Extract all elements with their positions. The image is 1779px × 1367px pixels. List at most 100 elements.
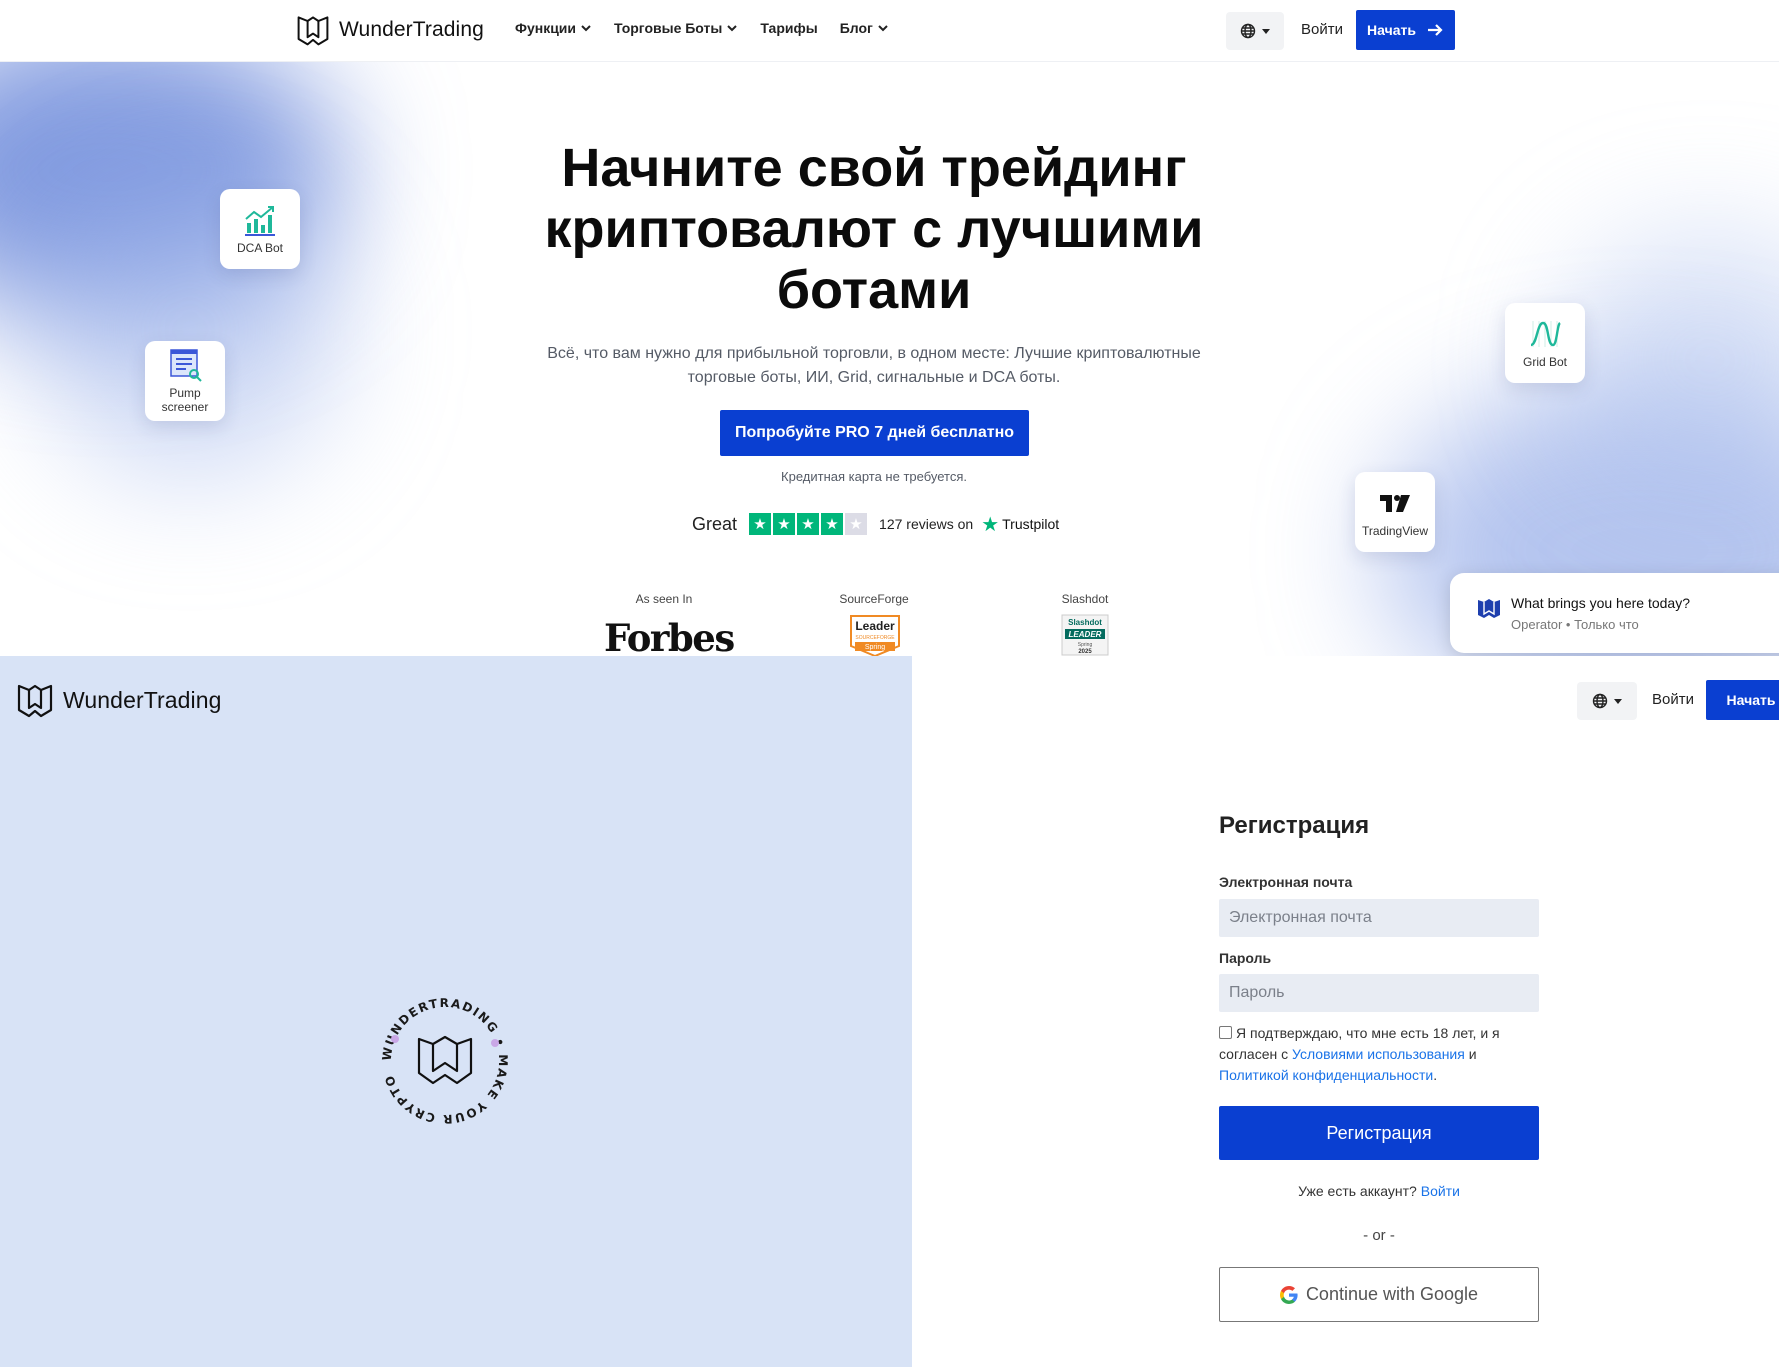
forbes-logo[interactable]: Forbes — [604, 616, 735, 656]
feature-card-label: Pump screener — [161, 386, 209, 414]
nav-item-label: Блог — [839, 20, 873, 36]
chat-meta: Operator • Только что — [1511, 617, 1639, 632]
rating-star-icon: ★ — [821, 513, 844, 535]
nav-item-label: Тарифы — [760, 20, 818, 36]
slashdot-leader-badge[interactable]: Slashdot LEADER Spring 2025 — [1061, 614, 1109, 656]
feature-card-label: Grid Bot — [1522, 355, 1567, 369]
consent-checkbox[interactable] — [1219, 1026, 1232, 1039]
brand-logo[interactable]: WunderTrading — [15, 680, 222, 720]
free-trial-button[interactable]: Попробуйте PRO 7 дней бесплатно — [720, 410, 1029, 456]
register-submit-button[interactable]: Регистрация — [1219, 1106, 1539, 1160]
wundertrading-logo-icon — [17, 684, 53, 718]
svg-text:WUNDERTRADING • MAKE YOUR CRYP: WUNDERTRADING • MAKE YOUR CRYPTO WORK • — [375, 991, 510, 1126]
language-selector[interactable] — [1577, 682, 1637, 720]
no-card-note: Кредитная карта не требуется. — [781, 469, 967, 484]
email-label: Электронная почта — [1219, 874, 1353, 890]
globe-icon — [1592, 693, 1608, 709]
password-field[interactable] — [1219, 974, 1539, 1012]
feature-card-label: DCA Bot — [236, 241, 284, 255]
register-title: Регистрация — [1219, 812, 1370, 839]
sourceforge-label: SourceForge — [839, 592, 909, 606]
privacy-link[interactable]: Политикой конфиденциальности — [1219, 1067, 1433, 1083]
login-link[interactable]: Войти — [1301, 21, 1343, 38]
chevron-down-icon — [581, 25, 591, 32]
rating-star-icon: ★ — [773, 513, 796, 535]
page: WunderTrading Функции Торговые Боты Тари… — [0, 0, 1779, 1367]
wundertrading-logo-icon — [297, 16, 329, 46]
chat-question: What brings you here today? — [1511, 595, 1690, 611]
main-nav: Функции Торговые Боты Тарифы Блог — [515, 20, 889, 36]
terms-link[interactable]: Условиями использования — [1292, 1046, 1465, 1062]
operator-logo-icon — [1478, 599, 1500, 618]
login-link[interactable]: Войти — [1421, 1183, 1460, 1199]
or-divider: - or - — [1363, 1227, 1395, 1244]
caret-down-icon — [1262, 28, 1270, 34]
badge-text: Leader — [855, 619, 895, 633]
trustpilot-brand: Trustpilot — [1002, 516, 1060, 532]
nav-item-features[interactable]: Функции — [515, 20, 592, 36]
chevron-down-icon — [878, 25, 888, 32]
nav-item-trading-bots[interactable]: Торговые Боты — [614, 20, 738, 36]
trustpilot-logo: ★ Trustpilot — [981, 512, 1059, 537]
badge-text: Spring — [865, 644, 885, 651]
rating-star-icon: ★ — [845, 513, 868, 535]
hero-title: Начните свой трейдинг криптовалют с лучш… — [544, 138, 1204, 320]
screener-list-icon — [170, 349, 202, 382]
google-button-label: Continue with Google — [1305, 1284, 1479, 1304]
seal-text: WUNDERTRADING • MAKE YOUR CRYPTO WORK • — [375, 991, 508, 1126]
start-button[interactable]: Начать — [1356, 10, 1455, 50]
password-label: Пароль — [1219, 950, 1272, 966]
chevron-down-icon — [727, 25, 738, 32]
sourceforge-leader-badge[interactable]: Leader SOURCEFORGE Spring — [849, 614, 901, 656]
trustpilot-star-icon: ★ — [981, 513, 1000, 536]
slashdot-label: Slashdot — [1061, 592, 1109, 606]
rating-star-icon: ★ — [749, 513, 772, 535]
consent-end: . — [1433, 1067, 1438, 1083]
landing-section: WunderTrading Функции Торговые Боты Тари… — [0, 0, 1779, 656]
feature-card-tradingview[interactable]: TradingView — [1355, 472, 1435, 552]
consent-and: и — [1468, 1046, 1477, 1062]
feature-card-pump-screener[interactable]: Pump screener — [145, 341, 225, 421]
globe-icon — [1240, 23, 1256, 39]
trustpilot-reviews: 127 reviews on — [879, 516, 974, 532]
arrow-right-icon — [1427, 24, 1443, 36]
have-account-line: Уже есть аккаунт? Войти — [1219, 1183, 1539, 1199]
google-logo-icon — [1279, 1285, 1298, 1304]
register-form-panel: Войти Начать Регистрация Электронная поч… — [912, 656, 1779, 1367]
email-field[interactable] — [1219, 899, 1539, 937]
badge-text: SOURCEFORGE — [855, 635, 895, 641]
brand-logo[interactable]: WunderTrading — [295, 12, 484, 48]
login-link[interactable]: Войти — [1652, 691, 1694, 708]
nav-item-label: Торговые Боты — [614, 20, 723, 36]
seen-in-label: As seen In — [635, 592, 693, 606]
bar-chart-icon — [245, 206, 275, 236]
nav-item-pricing[interactable]: Тарифы — [760, 20, 817, 36]
have-account-text: Уже есть аккаунт? — [1298, 1183, 1417, 1199]
register-left-panel: WunderTrading WUNDERTRADING • MAKE YOUR … — [0, 656, 912, 1367]
trustpilot-rating-word: Great — [692, 513, 738, 534]
language-selector[interactable] — [1226, 12, 1284, 50]
hero-subtitle: Всё, что вам нужно для прибыльной торгов… — [547, 345, 1201, 386]
badge-text: Slashdot — [1068, 618, 1102, 627]
caret-down-icon — [1614, 698, 1622, 704]
nav-item-label: Функции — [515, 20, 577, 36]
feature-card-dca-bot[interactable]: DCA Bot — [220, 189, 300, 269]
badge-text: 2025 — [1078, 649, 1092, 655]
badge-text: LEADER — [1069, 630, 1102, 639]
grid-wave-icon — [1530, 321, 1561, 347]
trustpilot-stars: ★ ★ ★ ★ ★ — [749, 513, 868, 535]
google-signin-button[interactable]: Continue with Google — [1219, 1267, 1539, 1322]
age-terms-consent: Я подтверждаю, что мне есть 18 лет, и я … — [1219, 1023, 1549, 1086]
top-navbar: WunderTrading Функции Торговые Боты Тари… — [0, 0, 1779, 62]
start-button-label: Начать — [1367, 22, 1416, 38]
brand-name: WunderTrading — [339, 18, 484, 41]
feature-card-label: TradingView — [1361, 524, 1429, 538]
brand-seal-logo: WUNDERTRADING • MAKE YOUR CRYPTO WORK • — [375, 991, 510, 1126]
trustpilot-widget[interactable]: Great ★ ★ ★ ★ ★ 127 reviews on ★ Trustpilot — [692, 512, 1059, 536]
start-button[interactable]: Начать — [1706, 680, 1779, 720]
brand-name: WunderTrading — [63, 686, 222, 713]
nav-item-blog[interactable]: Блог — [840, 20, 889, 36]
chat-popup[interactable]: What brings you here today? Operator • Т… — [1450, 573, 1779, 653]
feature-card-grid-bot[interactable]: Grid Bot — [1505, 303, 1585, 383]
tradingview-logo-icon — [1380, 495, 1410, 512]
